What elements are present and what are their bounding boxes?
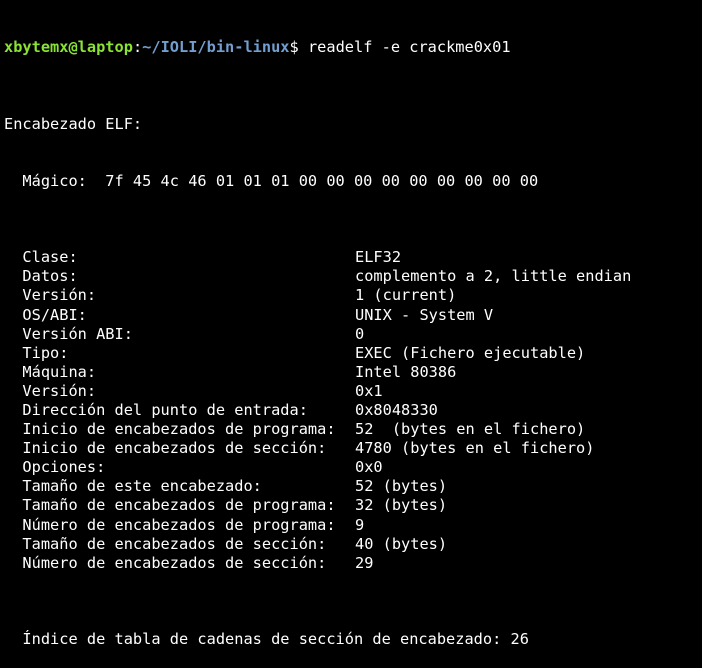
elf-field-value: Intel 80386	[355, 362, 457, 381]
prompt-path: ~/IOLI/bin-linux	[142, 38, 290, 57]
elf-field-row: Tamaño de encabezados de sección: 40 (byt…	[4, 535, 702, 554]
elf-field-label: Tamaño de encabezados de programa:	[4, 496, 336, 515]
elf-field-label: Versión ABI:	[4, 324, 133, 343]
command-text: readelf -e crackme0x01	[307, 38, 511, 57]
elf-field-row: Máquina: Intel 80386	[4, 363, 702, 382]
elf-field-label: Inicio de encabezados de programa:	[4, 420, 336, 439]
elf-field-value: complemento a 2, little endian	[355, 267, 632, 286]
elf-field-row: Versión: 1 (current)	[4, 286, 702, 305]
terminal-window[interactable]: xbytemx@laptop:~/IOLI/bin-linux$ readelf…	[0, 0, 702, 648]
elf-field-label: Clase:	[4, 248, 78, 267]
elf-field-value: 40 (bytes)	[355, 534, 448, 553]
elf-field-label: Tamaño de encabezados de sección:	[4, 534, 327, 553]
elf-field-value: 0x1	[355, 381, 383, 400]
elf-field-row: Opciones: 0x0	[4, 458, 702, 477]
elf-field-row: Número de encabezados de programa: 9	[4, 516, 702, 535]
elf-field-label: Tamaño de este encabezado:	[4, 477, 262, 496]
elf-field-label: Dirección del punto de entrada:	[4, 400, 308, 419]
elf-field-value: EXEC (Fichero ejecutable)	[355, 343, 586, 362]
elf-field-label: Versión:	[4, 286, 97, 305]
elf-field-value: 0x8048330	[355, 400, 438, 419]
elf-field-label: Datos:	[4, 267, 78, 286]
elf-field-row: Tamaño de este encabezado: 52 (bytes)	[4, 477, 702, 496]
elf-field-label: Máquina:	[4, 362, 97, 381]
elf-field-value: 1 (current)	[355, 286, 457, 305]
elf-field-row: Versión: 0x1	[4, 382, 702, 401]
elf-field-value: 52 (bytes)	[355, 477, 448, 496]
elf-field-row: Datos: complemento a 2, little endian	[4, 267, 702, 286]
elf-field-value: 0	[355, 324, 365, 343]
elf-field-value: 4780 (bytes en el fichero)	[355, 439, 595, 458]
elf-field-row: Inicio de encabezados de sección: 4780 (b…	[4, 439, 702, 458]
elf-field-row: OS/ABI: UNIX - System V	[4, 306, 702, 325]
elf-field-label: Número de encabezados de sección:	[4, 553, 327, 572]
elf-field-value: 9	[355, 515, 365, 534]
elf-field-value: 32 (bytes)	[355, 496, 448, 515]
elf-field-row: Clase: ELF32	[4, 248, 702, 267]
elf-field-row: Versión ABI: 0	[4, 325, 702, 344]
elf-field-row: Dirección del punto de entrada: 0x8048330	[4, 401, 702, 420]
elf-field-row: Tamaño de encabezados de programa: 32 (by…	[4, 496, 702, 515]
elf-field-value: UNIX - System V	[355, 305, 494, 324]
elf-field-label: Inicio de encabezados de sección:	[4, 439, 327, 458]
elf-field-value: 29	[355, 553, 374, 572]
elf-field-label: Opciones:	[4, 458, 106, 477]
elf-field-value: ELF32	[355, 248, 402, 267]
elf-field-row: Inicio de encabezados de programa: 52 (by…	[4, 420, 702, 439]
prompt-line: xbytemx@laptop:~/IOLI/bin-linux$ readelf…	[4, 38, 702, 57]
elf-field-value: 52 (bytes en el fichero)	[355, 420, 586, 439]
elf-field-row: Número de encabezados de sección: 29	[4, 554, 702, 573]
elf-header-title: Encabezado ELF:	[4, 114, 143, 133]
elf-field-row: Tipo: EXEC (Fichero ejecutable)	[4, 344, 702, 363]
elf-field-value: 0x0	[355, 458, 383, 477]
elf-field-label: Número de encabezados de programa:	[4, 515, 336, 534]
prompt-separator: :	[132, 38, 143, 57]
elf-field-label: Versión:	[4, 381, 97, 400]
prompt-symbol: $	[289, 38, 308, 57]
elf-shstrndx-line: Índice de tabla de cadenas de sección de…	[4, 630, 529, 649]
elf-magic-line: Mágico: 7f 45 4c 46 01 01 01 00 00 00 00…	[4, 171, 539, 190]
elf-header-fields: Clase: ELF32 Datos: complemento a 2, littl…	[4, 248, 702, 573]
elf-field-label: Tipo:	[4, 343, 69, 362]
prompt-user-host: xbytemx@laptop	[4, 38, 133, 57]
elf-field-label: OS/ABI:	[4, 305, 87, 324]
